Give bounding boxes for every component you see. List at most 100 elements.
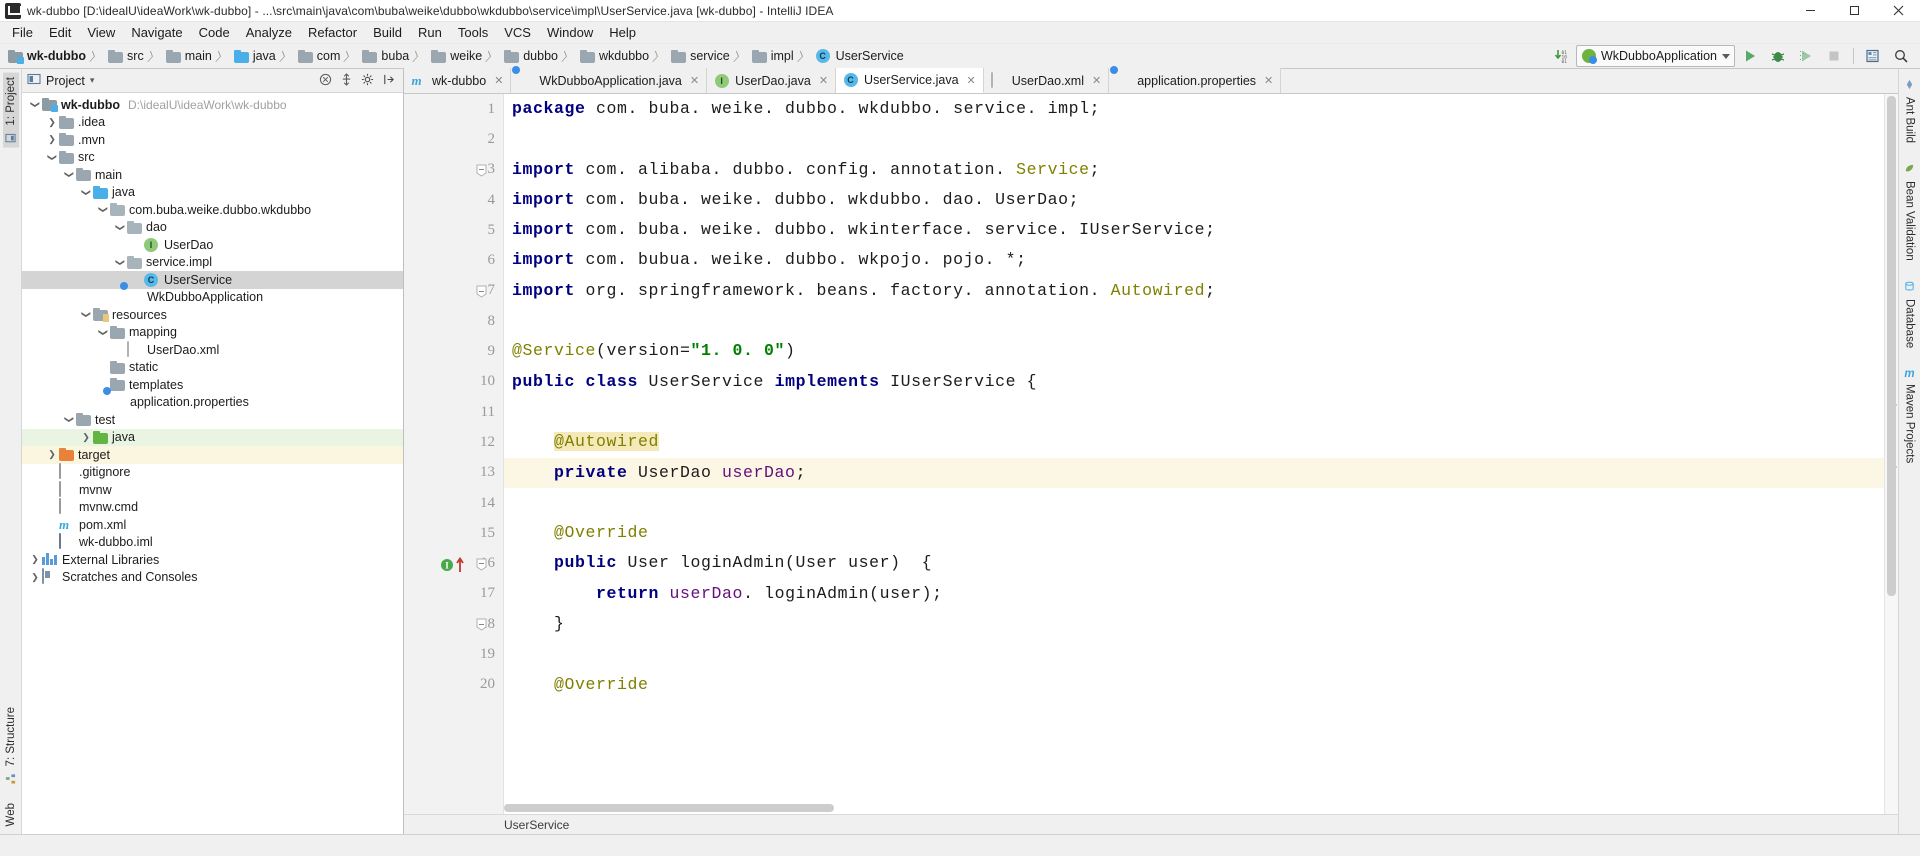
code-line[interactable] xyxy=(512,397,1884,427)
tree-node-userdao[interactable]: I UserDao xyxy=(22,236,403,254)
close-button[interactable] xyxy=(1876,0,1920,22)
menu-help[interactable]: Help xyxy=(601,23,644,42)
editor-horizontal-scrollbar[interactable] xyxy=(404,802,1898,814)
close-icon[interactable]: ✕ xyxy=(967,74,976,87)
close-icon[interactable]: ✕ xyxy=(494,74,503,87)
tree-node-wk-dubbo[interactable]: ❯ wk-dubbo D:\idealU\ideaWork\wk-dubbo xyxy=(22,96,403,114)
menu-run[interactable]: Run xyxy=(410,23,450,42)
breadcrumb-item-impl[interactable]: impl xyxy=(748,46,796,67)
tree-node-mvnw[interactable]: mvnw xyxy=(22,480,403,499)
breadcrumb-item-java[interactable]: java xyxy=(230,46,278,67)
tree-toggle-arrow-icon[interactable]: ❯ xyxy=(28,554,42,565)
hscrollbar-thumb[interactable] xyxy=(504,804,834,812)
tree-node-static[interactable]: static xyxy=(22,359,403,377)
tree-node-service-impl[interactable]: ❯ service.impl xyxy=(22,254,403,272)
fold-end-icon[interactable] xyxy=(476,285,487,298)
breadcrumb-item-weike[interactable]: weike xyxy=(427,46,484,67)
tree-node-scratches-and-consoles[interactable]: ❯ Scratches and Consoles xyxy=(22,568,403,587)
collapse-all-icon[interactable] xyxy=(319,73,332,89)
run-with-coverage-button[interactable] xyxy=(1793,45,1819,67)
code-line[interactable]: import com. bubua. weike. dubbo. wkpojo.… xyxy=(512,245,1884,275)
menu-navigate[interactable]: Navigate xyxy=(123,23,190,42)
close-icon[interactable]: ✕ xyxy=(1264,74,1273,87)
breadcrumb-item-com[interactable]: com xyxy=(294,46,343,67)
breadcrumb-item-main[interactable]: main xyxy=(162,46,214,67)
run-button[interactable] xyxy=(1737,45,1763,67)
menu-build[interactable]: Build xyxy=(365,23,410,42)
tree-node-userdao-xml[interactable]: UserDao.xml xyxy=(22,340,403,359)
close-icon[interactable]: ✕ xyxy=(819,74,828,87)
breadcrumb-item-userservice[interactable]: C UserService xyxy=(812,46,906,67)
code-line[interactable]: import org. springframework. beans. fact… xyxy=(512,276,1884,306)
tree-node-wkdubboapplication[interactable]: WkDubboApplication xyxy=(22,289,403,307)
tree-node-java[interactable]: ❯ java xyxy=(22,428,403,446)
expand-all-icon[interactable] xyxy=(340,72,353,89)
tree-node--gitignore[interactable]: .gitignore xyxy=(22,463,403,482)
tree-node-target[interactable]: ❯ target xyxy=(22,446,403,464)
tool-window-maven-projects-tab[interactable]: m Maven Projects xyxy=(1902,364,1918,467)
tree-node-external-libraries[interactable]: ❯ External Libraries xyxy=(22,551,403,569)
tree-node--mvn[interactable]: ❯ .mvn xyxy=(22,131,403,149)
tool-window-database-tab[interactable]: Database xyxy=(1902,277,1918,352)
tree-node-resources[interactable]: ❯ resources xyxy=(22,306,403,324)
breadcrumb-item-wkdubbo[interactable]: wkdubbo xyxy=(576,46,651,67)
breadcrumb-item-service[interactable]: service xyxy=(667,46,732,67)
editor-breadcrumb[interactable]: UserService xyxy=(404,814,1898,834)
fold-collapse-icon[interactable] xyxy=(476,164,487,177)
stop-button[interactable] xyxy=(1821,45,1847,67)
menu-tools[interactable]: Tools xyxy=(450,23,496,42)
menu-edit[interactable]: Edit xyxy=(41,23,79,42)
editor-tab-application-properties[interactable]: application.properties ✕ xyxy=(1109,68,1282,93)
breadcrumb-item-dubbo[interactable]: dubbo xyxy=(500,46,560,67)
tool-window-structure-tab[interactable]: 7: Structure xyxy=(3,703,19,788)
fold-collapse-icon[interactable] xyxy=(476,558,487,571)
menu-refactor[interactable]: Refactor xyxy=(300,23,365,42)
menu-window[interactable]: Window xyxy=(539,23,601,42)
menu-analyze[interactable]: Analyze xyxy=(238,23,300,42)
source-code[interactable]: package com. buba. weike. dubbo. wkdubbo… xyxy=(504,94,1884,814)
tree-toggle-arrow-icon[interactable]: ❯ xyxy=(64,168,75,182)
menu-vcs[interactable]: VCS xyxy=(496,23,539,42)
gutter-markers[interactable]: I xyxy=(404,94,504,814)
code-line[interactable]: private UserDao userDao; xyxy=(512,458,1884,488)
tree-node-src[interactable]: ❯ src xyxy=(22,149,403,167)
tool-window-ant-build-tab[interactable]: Ant Build xyxy=(1902,75,1918,147)
tree-toggle-arrow-icon[interactable]: ❯ xyxy=(79,432,93,443)
settings-gear-icon[interactable] xyxy=(361,73,374,89)
code-line[interactable]: import com. alibaba. dubbo. config. anno… xyxy=(512,155,1884,185)
project-panel-chevron-down-icon[interactable]: ▾ xyxy=(90,75,95,86)
tree-node-test[interactable]: ❯ test xyxy=(22,411,403,429)
code-editor[interactable]: 1 2 3 4 5 6 7 8 9 10 11 12 13 14 15 16 17 18 19 20 I packag… xyxy=(404,94,1898,814)
close-icon[interactable]: ✕ xyxy=(690,74,699,87)
tree-node-pom-xml[interactable]: m pom.xml xyxy=(22,516,403,534)
tree-node-com-buba-weike-dubbo-wkdubbo[interactable]: ❯ com.buba.weike.dubbo.wkdubbo xyxy=(22,201,403,219)
tree-node-mapping[interactable]: ❯ mapping xyxy=(22,324,403,342)
tree-toggle-arrow-icon[interactable]: ❯ xyxy=(28,572,42,583)
code-line[interactable]: } xyxy=(512,609,1884,639)
code-line[interactable]: import com. buba. weike. dubbo. wkdubbo.… xyxy=(512,185,1884,215)
code-line[interactable]: public User loginAdmin(User user) { xyxy=(512,548,1884,578)
tree-node--idea[interactable]: ❯ .idea xyxy=(22,114,403,132)
breadcrumb-item-src[interactable]: src xyxy=(104,46,146,67)
code-line[interactable]: @Override xyxy=(512,670,1884,700)
update-project-icon[interactable]: 01 10 01 xyxy=(1548,45,1574,67)
tree-toggle-arrow-icon[interactable]: ❯ xyxy=(98,203,109,217)
code-line[interactable] xyxy=(512,306,1884,336)
tree-toggle-arrow-icon[interactable]: ❯ xyxy=(115,255,126,269)
code-line[interactable]: return userDao. loginAdmin(user); xyxy=(512,579,1884,609)
tree-node-dao[interactable]: ❯ dao xyxy=(22,219,403,237)
tree-node-wk-dubbo-iml[interactable]: wk-dubbo.iml xyxy=(22,533,403,552)
tree-node-application-properties[interactable]: application.properties xyxy=(22,394,403,412)
implementing-method-icon[interactable]: I xyxy=(440,556,465,573)
tree-toggle-arrow-icon[interactable]: ❯ xyxy=(30,98,41,112)
scrollbar-thumb[interactable] xyxy=(1887,96,1896,596)
tree-node-mvnw-cmd[interactable]: mvnw.cmd xyxy=(22,498,403,517)
code-line[interactable]: @Service(version="1. 0. 0") xyxy=(512,336,1884,366)
editor-tab-userservice-java[interactable]: C UserService.java ✕ xyxy=(836,68,984,93)
tree-toggle-arrow-icon[interactable]: ❯ xyxy=(47,150,58,164)
layout-settings-icon[interactable] xyxy=(1860,45,1886,67)
project-tree[interactable]: ❯ wk-dubbo D:\idealU\ideaWork\wk-dubbo ❯ .id… xyxy=(22,93,403,834)
code-line[interactable] xyxy=(512,639,1884,669)
editor-tab-wkdubboapplication-java[interactable]: WkDubboApplication.java ✕ xyxy=(511,68,708,93)
tree-toggle-arrow-icon[interactable]: ❯ xyxy=(45,134,59,145)
